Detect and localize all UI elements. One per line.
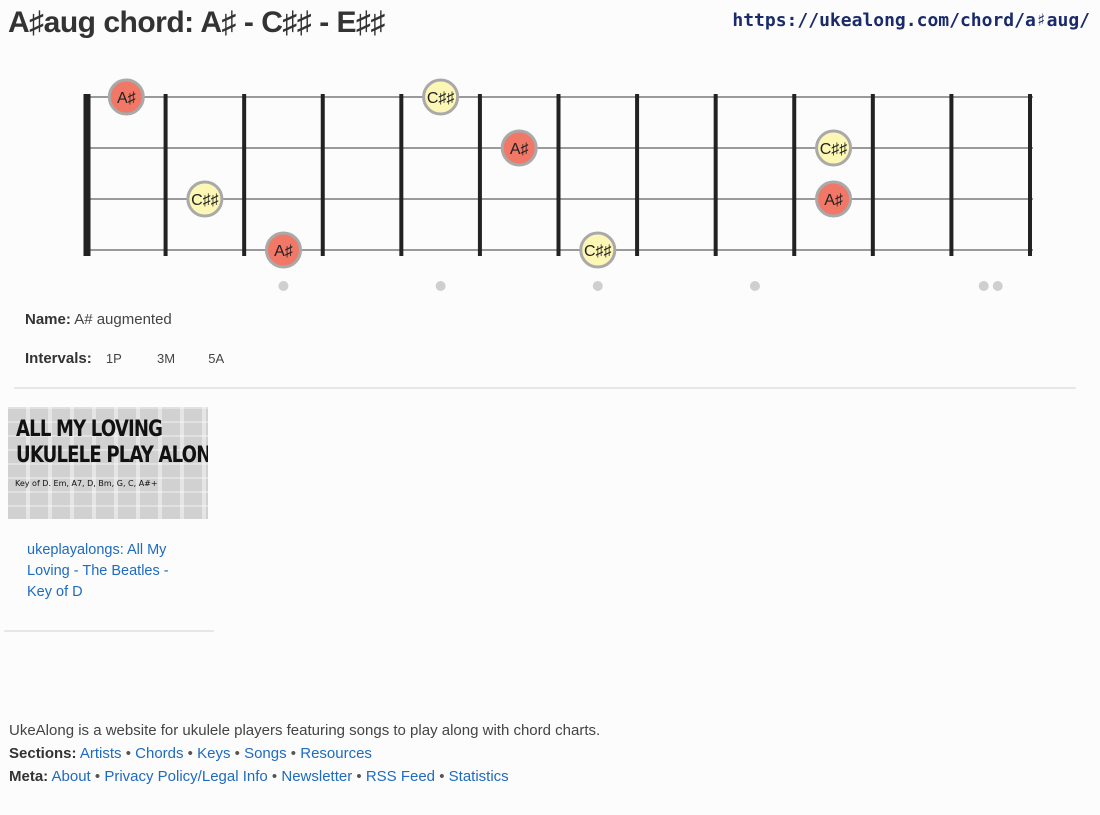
page-title: A♯aug chord: A♯ - C♯♯ - E♯♯ xyxy=(8,6,386,39)
separator-dot: • xyxy=(356,768,362,785)
thumbnail-title-line2: UKULELE PLAY ALONG xyxy=(16,443,208,468)
section-divider xyxy=(14,387,1076,389)
card-divider xyxy=(4,630,214,632)
intervals-row: Intervals: 1P 3M 5A xyxy=(25,350,245,367)
note-label: A♯ xyxy=(274,243,293,260)
chord-name-row: Name: A# augmented xyxy=(25,311,172,328)
footer-meta: Meta: About • Privacy Policy/Legal Info … xyxy=(9,765,600,788)
root-note-marker: A♯ xyxy=(107,78,145,116)
note-label: C♯♯ xyxy=(427,90,455,107)
footer-link-chords[interactable]: Chords xyxy=(135,745,183,762)
name-label: Name: xyxy=(25,311,71,328)
third-note-marker: C♯♯ xyxy=(422,78,460,116)
root-note-marker: A♯ xyxy=(815,180,853,218)
third-note-marker: C♯♯ xyxy=(186,180,224,218)
root-note-marker: A♯ xyxy=(264,231,302,269)
footer-link-newsletter[interactable]: Newsletter xyxy=(281,768,352,785)
third-note-marker: C♯♯ xyxy=(579,231,617,269)
chord-name-value: A# augmented xyxy=(74,311,172,328)
separator-dot: • xyxy=(271,768,278,785)
fretboard-diagram: A♯ C♯♯ A♯ C♯♯ C♯♯ A♯ A♯ C♯♯ xyxy=(83,78,1033,291)
thumbnail-title-line1: ALL MY LOVING xyxy=(16,417,163,442)
footer-link-artists[interactable]: Artists xyxy=(80,745,122,762)
footer-link-rss[interactable]: RSS Feed xyxy=(366,768,435,785)
thumbnail-chords-line: Key of D. Em, A7, D, Bm, G, C, A#+ xyxy=(15,479,158,488)
note-label: C♯♯ xyxy=(191,192,219,209)
third-note-marker: C♯♯ xyxy=(815,129,853,167)
fret-inlay-dot xyxy=(978,281,989,291)
footer-link-about[interactable]: About xyxy=(52,768,91,785)
footer-link-privacy[interactable]: Privacy Policy/Legal Info xyxy=(104,768,267,785)
page-url[interactable]: https://ukealong.com/chord/a♯aug/ xyxy=(732,10,1090,31)
note-label: A♯ xyxy=(117,90,136,107)
intervals-label: Intervals: xyxy=(25,350,92,367)
fret-inlay-dot xyxy=(278,281,289,291)
interval-fifth: 5A xyxy=(208,351,225,366)
footer-link-statistics[interactable]: Statistics xyxy=(449,768,509,785)
video-card: ALL MY LOVING UKULELE PLAY ALONG Key of … xyxy=(0,405,215,633)
root-note-marker: A♯ xyxy=(500,129,538,167)
interval-root: 1P xyxy=(105,351,122,366)
sections-label: Sections: xyxy=(9,745,77,762)
separator-dot: • xyxy=(290,745,297,762)
fret-inlay-dot xyxy=(435,281,446,291)
footer-link-resources[interactable]: Resources xyxy=(300,745,372,762)
note-label: C♯♯ xyxy=(584,243,612,260)
note-label: A♯ xyxy=(510,141,529,158)
fret-inlay-dot xyxy=(992,281,1003,291)
separator-dot: • xyxy=(125,745,131,762)
separator-dot: • xyxy=(234,745,240,762)
footer-link-keys[interactable]: Keys xyxy=(197,745,230,762)
separator-dot: • xyxy=(187,745,193,762)
separator-dot: • xyxy=(94,768,101,785)
fret-inlay-dot xyxy=(592,281,603,291)
interval-third: 3M xyxy=(157,351,176,366)
footer-link-songs[interactable]: Songs xyxy=(244,745,287,762)
video-thumbnail[interactable]: ALL MY LOVING UKULELE PLAY ALONG Key of … xyxy=(8,407,208,519)
footer-sections: Sections: Artists • Chords • Keys • Song… xyxy=(9,742,600,765)
note-label: C♯♯ xyxy=(820,141,848,158)
video-link[interactable]: ukeplayalongs: All My Loving - The Beatl… xyxy=(27,540,177,603)
meta-label: Meta: xyxy=(9,768,49,785)
separator-dot: • xyxy=(439,768,445,785)
fret-inlay-dot xyxy=(749,281,760,291)
footer: UkeAlong is a website for ukulele player… xyxy=(9,719,600,788)
footer-about: UkeAlong is a website for ukulele player… xyxy=(9,722,601,739)
note-label: A♯ xyxy=(824,192,843,209)
